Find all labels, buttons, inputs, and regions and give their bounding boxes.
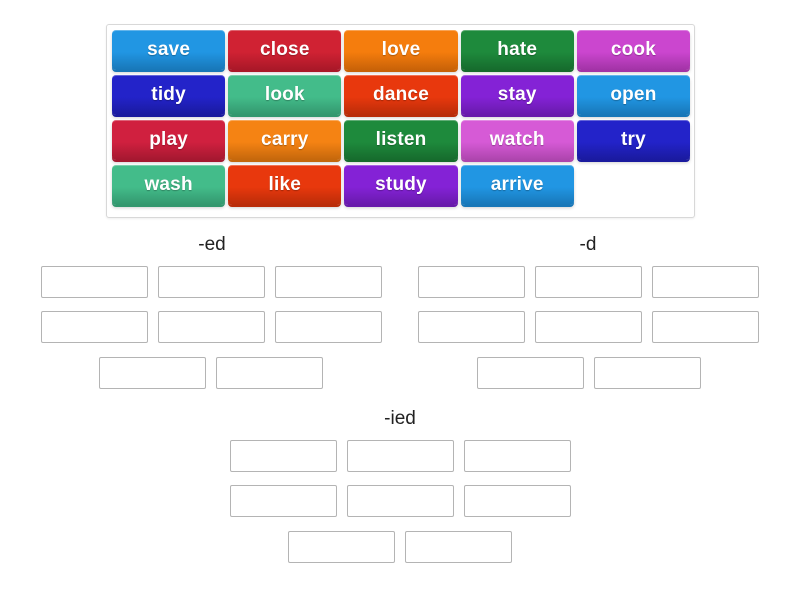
tile-row: wash like study arrive [112,165,690,205]
dropzone-slot-ed-7[interactable] [99,357,206,389]
dropzone-slot-ed-5[interactable] [158,311,265,343]
word-tile-dance[interactable]: dance [344,75,458,115]
tile-row: tidy look dance stay open [112,75,691,115]
tile-row: save close love hate cook [112,30,691,70]
word-tile-wash[interactable]: wash [112,165,226,205]
word-tile-try[interactable]: try [576,120,691,160]
dropzone-slot-d-7[interactable] [477,357,584,389]
dropzone-slot-ed-2[interactable] [158,266,265,298]
tile-row: play carry listen watch try [112,120,691,160]
category-label-d: -d [579,234,597,255]
category-label-ied: -ied [384,408,416,429]
word-tile-hate[interactable]: hate [460,30,574,70]
category-label-ed: -ed [198,234,226,255]
dropzone-slot-d-6[interactable] [652,311,759,343]
word-tile-stay[interactable]: stay [460,75,574,115]
dropzone-slot-ied-2[interactable] [347,440,454,472]
word-tile-play[interactable]: play [112,120,226,160]
word-tile-like[interactable]: like [228,165,342,205]
word-tile-arrive[interactable]: arrive [460,165,574,205]
dropzone-slot-ed-6[interactable] [275,311,382,343]
dropzone-slot-ied-3[interactable] [464,440,571,472]
word-tile-love[interactable]: love [344,30,458,70]
dropzone-slot-ed-3[interactable] [275,266,382,298]
word-tile-pool: save close love hate cook tidy look dance stay op… [106,24,695,218]
word-tile-tidy[interactable]: tidy [112,75,226,115]
word-tile-cook[interactable]: cook [576,30,691,70]
word-tile-open[interactable]: open [576,75,691,115]
word-tile-close[interactable]: close [228,30,342,70]
dropzone-slot-ied-1[interactable] [230,440,337,472]
dropzone-slot-ed-1[interactable] [41,266,148,298]
tile-slot-empty [577,165,690,205]
word-tile-study[interactable]: study [344,165,458,205]
dropzone-slot-ed-8[interactable] [216,357,323,389]
dropzone-slot-d-2[interactable] [535,266,642,298]
word-tile-carry[interactable]: carry [228,120,342,160]
word-tile-listen[interactable]: listen [344,120,458,160]
dropzone-slot-ied-5[interactable] [347,485,454,517]
dropzone-slot-d-1[interactable] [418,266,525,298]
dropzone-slot-ied-6[interactable] [464,485,571,517]
word-tile-look[interactable]: look [228,75,342,115]
dropzone-slot-ied-7[interactable] [288,531,395,563]
dropzone-slot-d-8[interactable] [594,357,701,389]
dropzone-slot-ed-4[interactable] [41,311,148,343]
dropzone-slot-ied-4[interactable] [230,485,337,517]
word-tile-watch[interactable]: watch [460,120,574,160]
dropzone-slot-d-5[interactable] [535,311,642,343]
dropzone-slot-ied-8[interactable] [405,531,512,563]
dropzone-slot-d-4[interactable] [418,311,525,343]
dropzone-slot-d-3[interactable] [652,266,759,298]
word-tile-save[interactable]: save [112,30,226,70]
